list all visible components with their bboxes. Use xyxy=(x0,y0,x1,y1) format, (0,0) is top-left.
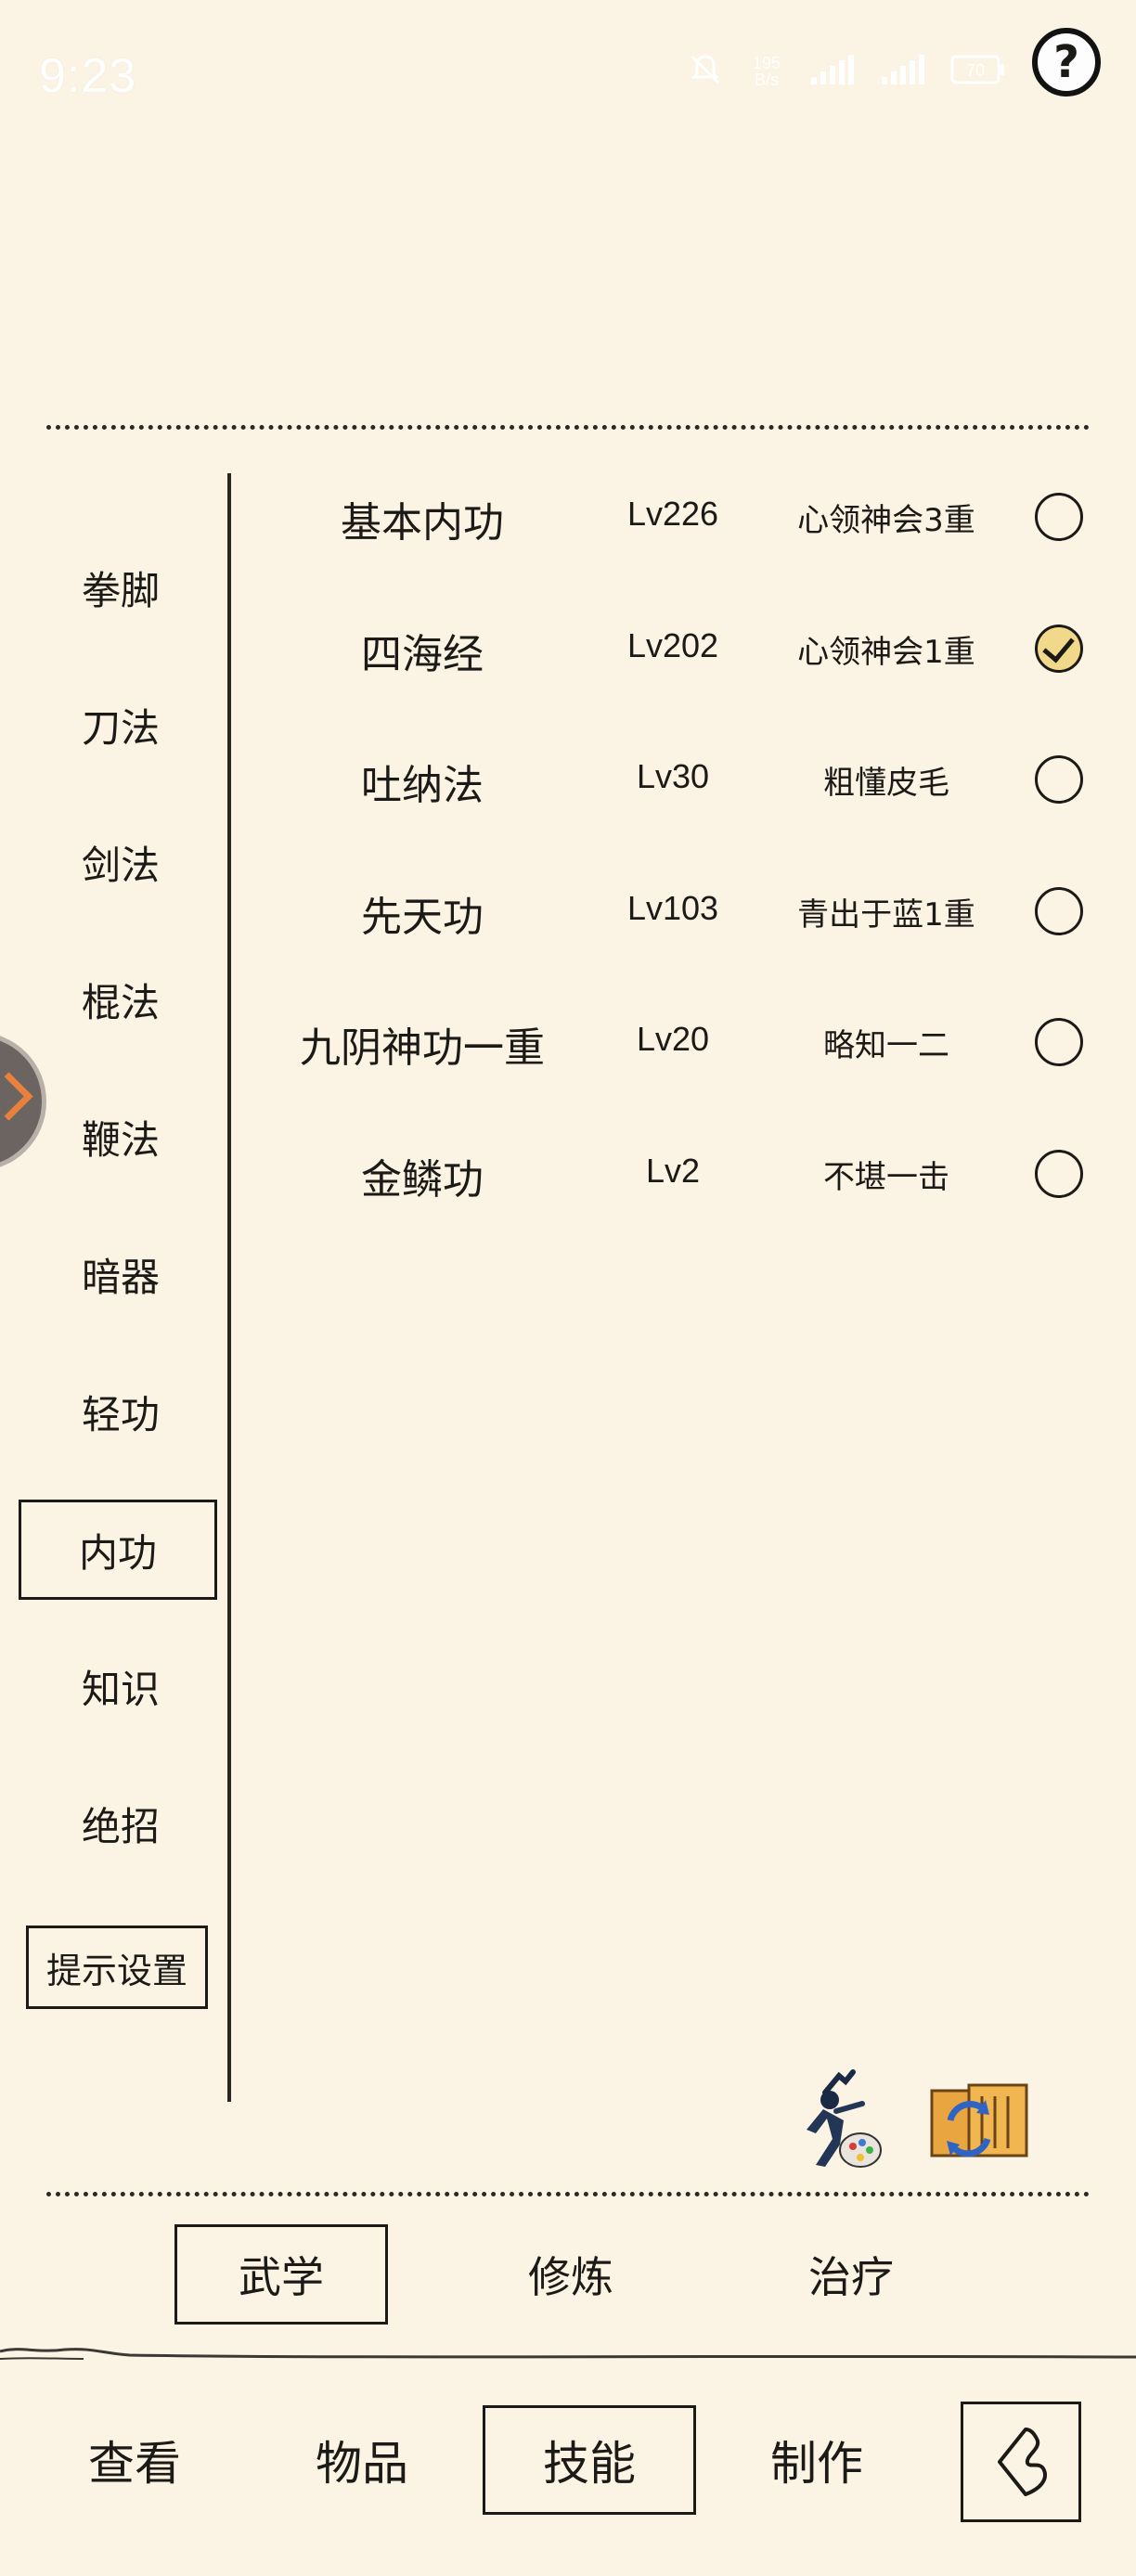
status-time: 9:23 xyxy=(39,49,137,103)
sub-tab-label: 治疗 xyxy=(808,2252,894,2302)
skill-row[interactable]: 四海经 Lv202 心领神会1重 xyxy=(241,600,1136,693)
skill-rank: 青出于蓝1重 xyxy=(797,896,975,934)
back-arrow-icon xyxy=(998,2428,1047,2496)
battery-icon: 70 xyxy=(950,53,1006,90)
skill-row[interactable]: 金鳞功 Lv2 不堪一击 xyxy=(241,1126,1136,1218)
skill-level: Lv30 xyxy=(636,757,710,795)
skill-name: 吐纳法 xyxy=(361,762,484,809)
category-item[interactable]: 轻功 xyxy=(28,1370,213,1453)
back-button[interactable] xyxy=(961,2402,1081,2522)
category-label: 绝招 xyxy=(81,1803,160,1849)
skill-name: 四海经 xyxy=(361,631,484,678)
category-label: 轻功 xyxy=(81,1391,160,1437)
category-item-selected[interactable]: 内功 xyxy=(19,1500,217,1600)
nav-items[interactable]: 物品 xyxy=(255,2405,469,2515)
nav-label: 制作 xyxy=(770,2437,863,2491)
help-icon[interactable]: ? xyxy=(1032,28,1101,97)
top-divider xyxy=(46,425,1090,430)
category-item[interactable]: 拳脚 xyxy=(28,546,213,629)
nav-skills[interactable]: 技能 xyxy=(483,2405,696,2515)
category-label: 鞭法 xyxy=(81,1116,160,1163)
skill-rank: 不堪一击 xyxy=(823,1159,949,1196)
skill-radio[interactable] xyxy=(1035,1150,1083,1198)
nav-label: 物品 xyxy=(316,2437,408,2491)
svg-text:70: 70 xyxy=(966,61,985,80)
skill-row[interactable]: 吐纳法 Lv30 粗懂皮毛 xyxy=(241,731,1136,824)
category-item[interactable]: 鞭法 xyxy=(28,1095,213,1179)
category-item[interactable]: 棍法 xyxy=(28,958,213,1041)
sub-tab-label: 修炼 xyxy=(528,2252,613,2302)
signal-icon-2 xyxy=(880,53,926,90)
category-item[interactable]: 刀法 xyxy=(28,683,213,766)
category-label: 知识 xyxy=(81,1666,160,1712)
nav-label: 技能 xyxy=(543,2437,636,2491)
category-label: 内功 xyxy=(78,1529,157,1576)
skill-level: Lv202 xyxy=(626,626,719,664)
skill-radio[interactable] xyxy=(1035,755,1083,804)
skill-radio[interactable] xyxy=(1035,1018,1083,1066)
category-item[interactable]: 绝招 xyxy=(28,1782,213,1865)
skill-radio[interactable] xyxy=(1035,887,1083,935)
skill-level: Lv2 xyxy=(645,1152,701,1190)
scroll-refresh-icon[interactable] xyxy=(923,2065,1034,2176)
sub-tabs: 武学 修炼 治疗 xyxy=(0,2213,1136,2334)
network-speed-value: 195 xyxy=(752,54,781,72)
sub-tab-martial[interactable]: 武学 xyxy=(174,2224,388,2325)
tip-settings-button[interactable]: 提示设置 xyxy=(26,1926,208,2009)
category-item[interactable]: 知识 xyxy=(28,1644,213,1728)
skill-row[interactable]: 基本内功 Lv226 心领神会3重 xyxy=(241,469,1136,561)
skill-level: Lv226 xyxy=(626,495,719,533)
category-item[interactable]: 暗器 xyxy=(28,1232,213,1316)
skill-name: 九阴神功一重 xyxy=(300,1024,545,1072)
category-label: 刀法 xyxy=(81,704,160,751)
skill-rank: 略知一二 xyxy=(823,1027,949,1064)
category-label: 剑法 xyxy=(81,842,160,888)
skill-name: 基本内功 xyxy=(341,499,504,547)
category-label: 拳脚 xyxy=(81,567,160,613)
sub-tab-label: 武学 xyxy=(239,2252,324,2302)
status-icons: 195 B/s 70 xyxy=(687,51,1006,92)
skill-row[interactable]: 九阴神功一重 Lv20 略知一二 xyxy=(241,994,1136,1087)
skill-row[interactable]: 先天功 Lv103 青出于蓝1重 xyxy=(241,863,1136,956)
ink-wave-divider xyxy=(0,2348,1136,2360)
action-icons xyxy=(788,2065,1034,2176)
skill-radio-checked[interactable] xyxy=(1035,625,1083,673)
tip-settings-label: 提示设置 xyxy=(45,1950,187,1991)
status-bar: 9:23 195 B/s 70 xyxy=(0,0,1136,158)
network-speed: 195 B/s xyxy=(748,55,785,88)
skill-rank: 心领神会1重 xyxy=(797,634,975,671)
category-label: 暗器 xyxy=(81,1254,160,1300)
skill-name: 金鳞功 xyxy=(361,1156,484,1204)
bottom-divider xyxy=(46,2192,1090,2196)
sub-tab-heal[interactable]: 治疗 xyxy=(744,2224,958,2325)
sub-tab-cultivate[interactable]: 修炼 xyxy=(464,2224,678,2325)
skill-rank: 心领神会3重 xyxy=(797,502,975,539)
nav-view[interactable]: 查看 xyxy=(28,2405,241,2515)
mute-icon xyxy=(687,51,724,92)
network-speed-unit: B/s xyxy=(754,71,779,89)
bottom-nav: 查看 物品 技能 制作 xyxy=(0,2366,1136,2576)
category-label: 棍法 xyxy=(81,979,160,1025)
category-item[interactable]: 剑法 xyxy=(28,820,213,904)
signal-icon-1 xyxy=(809,53,856,90)
skill-rank: 粗懂皮毛 xyxy=(823,765,949,802)
nav-craft[interactable]: 制作 xyxy=(710,2405,923,2515)
nav-label: 查看 xyxy=(88,2437,181,2491)
skill-level: Lv20 xyxy=(636,1020,710,1058)
skill-name: 先天功 xyxy=(361,894,484,941)
skill-level: Lv103 xyxy=(626,889,719,927)
skill-radio[interactable] xyxy=(1035,493,1083,541)
ninja-painter-icon[interactable] xyxy=(788,2065,890,2176)
